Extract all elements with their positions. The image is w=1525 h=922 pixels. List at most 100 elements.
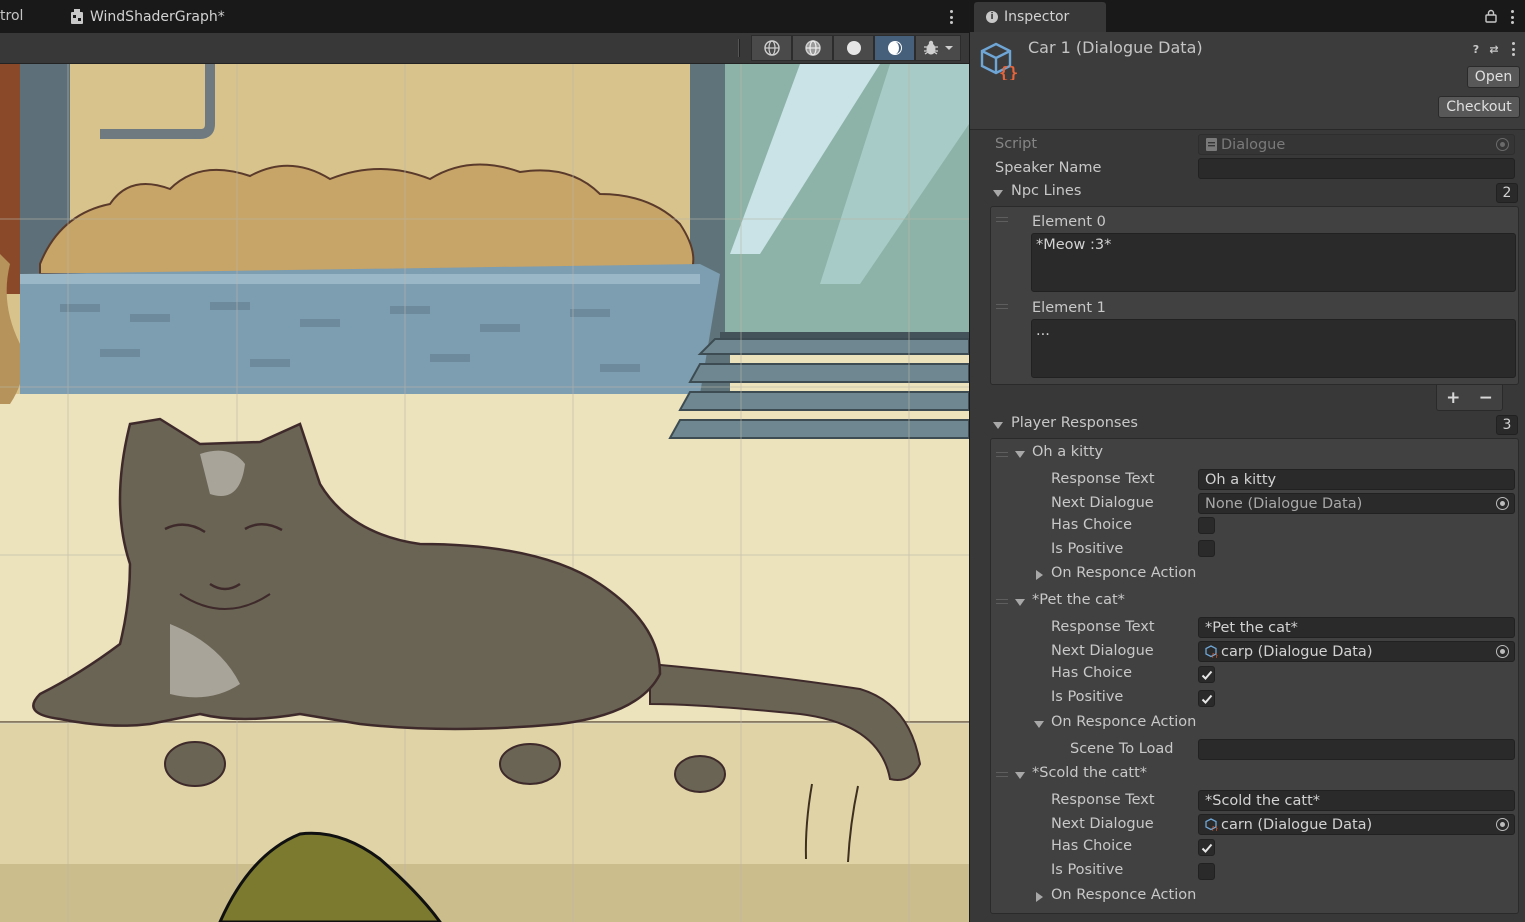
lit-sphere-icon[interactable]	[874, 35, 915, 61]
script-label: Script	[995, 136, 1038, 152]
dialogue-data-asset-icon: {}	[1205, 818, 1218, 831]
response-1-has-choice-checkbox[interactable]	[1198, 666, 1215, 683]
element-0-textarea[interactable]: *Meow :3*	[1031, 233, 1516, 292]
response-1-header[interactable]: *Pet the cat*	[1032, 592, 1125, 608]
tab-windshadergraph[interactable]: WindShaderGraph*	[70, 0, 225, 33]
svg-text:{}: {}	[999, 63, 1018, 80]
response-0-header[interactable]: Oh a kitty	[1032, 444, 1103, 460]
add-element-button[interactable]: +	[1446, 388, 1460, 408]
response-0-text-input[interactable]: Oh a kitty	[1198, 469, 1515, 490]
response-2-header[interactable]: *Scold the catt*	[1032, 765, 1147, 781]
response-0-is-positive-checkbox[interactable]	[1198, 540, 1215, 557]
response-2-next-dialogue-field[interactable]: {} carn (Dialogue Data)	[1198, 814, 1515, 835]
tab-label: Inspector	[1004, 9, 1070, 25]
inspector-header: {} Car 1 (Dialogue Data) ? ⇄ Open Checko…	[970, 32, 1525, 130]
tab-inspector[interactable]: i Inspector	[974, 2, 1106, 32]
element-0-label: Element 0	[1032, 214, 1106, 230]
scene-toolbar	[0, 33, 969, 64]
checkout-button[interactable]: Checkout	[1438, 96, 1520, 118]
open-button[interactable]: Open	[1467, 66, 1520, 88]
response-2-action-label[interactable]: On Responce Action	[1051, 887, 1196, 903]
response-0-has-choice-checkbox[interactable]	[1198, 517, 1215, 534]
response-1-foldout-icon[interactable]	[1015, 599, 1025, 606]
next-dialogue-label: Next Dialogue	[1051, 495, 1154, 511]
scene-viewport[interactable]	[0, 64, 969, 922]
response-1-is-positive-checkbox[interactable]	[1198, 690, 1215, 707]
lock-icon[interactable]	[1485, 9, 1497, 23]
has-choice-label: Has Choice	[1051, 517, 1133, 533]
response-text-label: Response Text	[1051, 619, 1155, 635]
svg-text:{}: {}	[1211, 653, 1218, 658]
object-picker-icon[interactable]	[1496, 497, 1509, 510]
dialogue-data-asset-icon: {}	[1205, 645, 1218, 658]
inspector-more-menu-icon[interactable]	[1505, 8, 1519, 26]
solid-sphere-icon[interactable]	[833, 35, 874, 61]
response-text-label: Response Text	[1051, 471, 1155, 487]
drag-handle-icon[interactable]	[996, 452, 1008, 457]
scene-to-load-input[interactable]	[1198, 739, 1515, 760]
response-1-text-input[interactable]: *Pet the cat*	[1198, 617, 1515, 638]
has-choice-label: Has Choice	[1051, 665, 1133, 681]
is-positive-label: Is Positive	[1051, 689, 1124, 705]
npc-lines-label[interactable]: Npc Lines	[1011, 183, 1081, 199]
scriptable-object-icon: {}	[980, 42, 1018, 80]
player-responses-count[interactable]: 3	[1496, 415, 1518, 435]
asset-more-menu-icon[interactable]	[1506, 40, 1520, 58]
response-1-next-dialogue-field[interactable]: {} carp (Dialogue Data)	[1198, 641, 1515, 662]
shaded-globe-icon[interactable]	[792, 35, 833, 61]
drag-handle-icon[interactable]	[996, 304, 1008, 309]
checkmark-icon	[1201, 694, 1212, 704]
has-choice-label: Has Choice	[1051, 838, 1133, 854]
player-responses-label[interactable]: Player Responses	[1011, 415, 1138, 431]
scene-more-menu-icon[interactable]	[944, 8, 958, 26]
draw-mode-group	[751, 35, 961, 61]
editor-window: trol WindShaderGraph* i Inspector {} Car…	[0, 0, 1525, 922]
debug-bug-icon[interactable]	[915, 35, 961, 61]
scene-tab-bar: trol WindShaderGraph*	[0, 0, 969, 33]
chevron-down-icon	[945, 46, 953, 50]
response-2-foldout-icon[interactable]	[1015, 772, 1025, 779]
is-positive-label: Is Positive	[1051, 541, 1124, 557]
checkmark-icon	[1201, 670, 1212, 680]
player-responses-foldout-icon[interactable]	[993, 422, 1003, 429]
response-2-is-positive-checkbox[interactable]	[1198, 863, 1215, 880]
drag-handle-icon[interactable]	[996, 599, 1008, 604]
next-dialogue-label: Next Dialogue	[1051, 643, 1154, 659]
action-foldout-icon[interactable]	[1034, 721, 1044, 728]
inspector-tab-bar: i Inspector	[970, 0, 1525, 32]
tab-previous[interactable]: trol	[0, 8, 23, 24]
npc-lines-add-remove: + −	[1436, 385, 1503, 411]
is-positive-label: Is Positive	[1051, 862, 1124, 878]
npc-lines-foldout-icon[interactable]	[993, 190, 1003, 197]
svg-text:{}: {}	[1211, 826, 1218, 831]
response-1-action-label[interactable]: On Responce Action	[1051, 714, 1196, 730]
wireframe-globe-icon[interactable]	[751, 35, 792, 61]
response-2-text-input[interactable]: *Scold the catt*	[1198, 790, 1515, 811]
object-picker-icon[interactable]	[1496, 818, 1509, 831]
presets-icon[interactable]: ⇄	[1488, 42, 1500, 56]
next-dialogue-value: carn (Dialogue Data)	[1221, 816, 1373, 833]
scene-view-panel: trol WindShaderGraph*	[0, 0, 969, 922]
response-0-action-label[interactable]: On Responce Action	[1051, 565, 1196, 581]
action-foldout-icon[interactable]	[1036, 892, 1043, 902]
element-1-textarea[interactable]: ...	[1031, 319, 1516, 378]
shader-graph-icon	[71, 8, 83, 24]
npc-lines-count[interactable]: 2	[1496, 183, 1518, 203]
speaker-name-input[interactable]	[1198, 158, 1515, 179]
help-icon[interactable]: ?	[1470, 42, 1482, 56]
response-0-foldout-icon[interactable]	[1015, 451, 1025, 458]
drag-handle-icon[interactable]	[996, 217, 1008, 222]
action-foldout-icon[interactable]	[1036, 570, 1043, 580]
script-field: Dialogue	[1198, 134, 1515, 155]
response-2-has-choice-checkbox[interactable]	[1198, 839, 1215, 856]
scene-to-load-label: Scene To Load	[1070, 741, 1174, 757]
object-picker-icon[interactable]	[1496, 645, 1509, 658]
inspector-panel: i Inspector {} Car 1 (Dialogue Data) ? ⇄…	[969, 0, 1525, 922]
response-text-label: Response Text	[1051, 792, 1155, 808]
remove-element-button[interactable]: −	[1479, 388, 1493, 408]
drag-handle-icon[interactable]	[996, 772, 1008, 777]
header-actions: ? ⇄	[1470, 40, 1520, 58]
speaker-name-label: Speaker Name	[995, 160, 1102, 176]
next-dialogue-value: None (Dialogue Data)	[1205, 495, 1363, 512]
response-0-next-dialogue-field[interactable]: None (Dialogue Data)	[1198, 493, 1515, 514]
